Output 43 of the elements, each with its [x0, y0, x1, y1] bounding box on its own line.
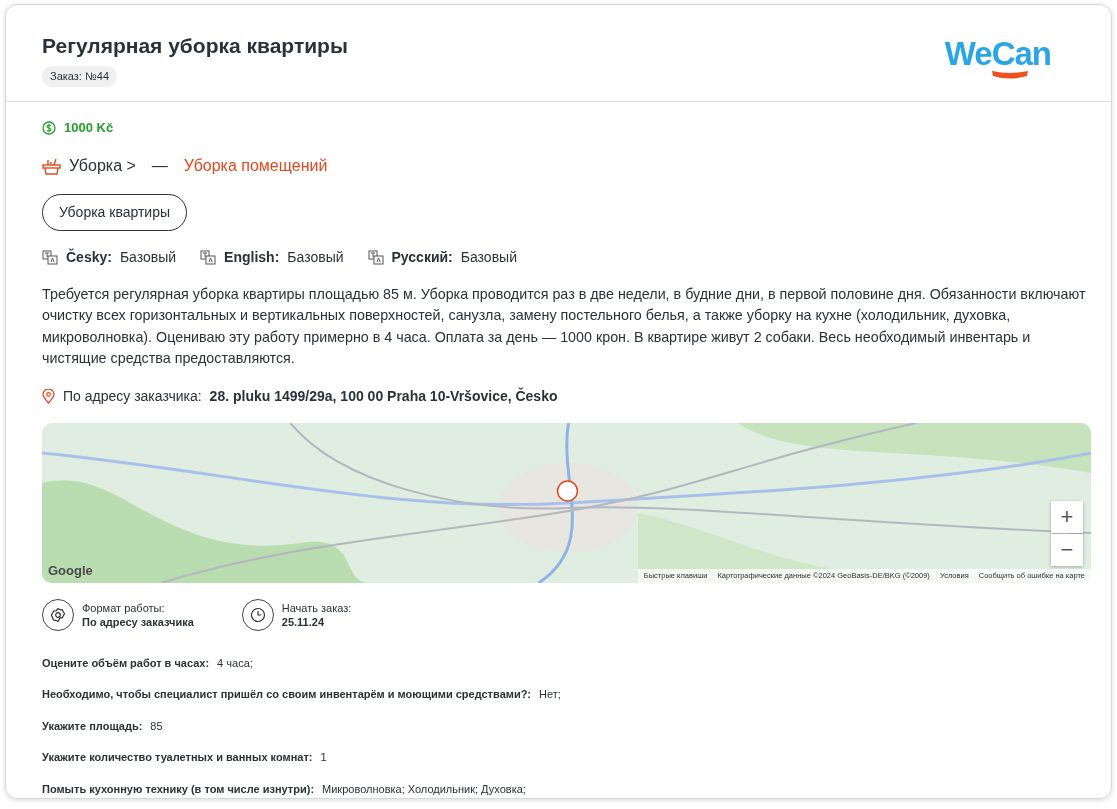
map-logo: Google — [48, 562, 93, 581]
answer-value: 1 — [320, 750, 327, 766]
order-number-badge: Заказ: №44 — [42, 66, 117, 87]
answer-value: Нет; — [539, 687, 561, 703]
clock-icon — [249, 606, 266, 623]
language-name: Česky: — [66, 247, 112, 267]
question-label: Укажите количество туалетных и ванных комнат: — [42, 750, 313, 766]
info-value: 25.11.24 — [281, 614, 325, 629]
logo: WeCan — [944, 37, 1051, 70]
separator-dash: — — [151, 155, 168, 176]
tag-button[interactable]: Уборка квартиры — [42, 193, 188, 231]
translate-icon — [200, 249, 217, 265]
answer-value: 4 часа; — [217, 655, 253, 671]
info-label: Формат работы: — [82, 600, 166, 615]
question-label: Оцените объём работ в часах: — [42, 655, 210, 671]
location-pin-icon — [42, 388, 55, 404]
address-value: 28. pluku 1499/29a, 100 00 Praha 10-Vršovice, Česko — [209, 386, 558, 406]
description-text: Требуется регулярная уборка квартиры площадью 85 м. Уборка проводится раз в две недели, в будние дни, в первой половине дня. Обязанности включают очистку всех горизонтальных и вертикальных поверхностей, санузла, замену постельного белья, а также уборку на кухне (холодильник, духовка, микроволновка). Оцениваю эту работу примерно в 4 часа. Оплата за день — 1000 крон. В квартире живут 2 собаки. Весь необходимый инвентарь и чистящие средства предоставляются. — [42, 284, 1087, 369]
language-name: English: — [224, 247, 280, 267]
category-link[interactable]: Уборка > — [69, 153, 136, 178]
answer-value: 85 — [150, 718, 163, 734]
smile-icon — [990, 70, 1029, 80]
zoom-in-button[interactable]: + — [1051, 500, 1083, 533]
answer-value: Микроволновка; Холодильник; Духовка; — [322, 781, 526, 797]
language-level: Базовый — [119, 247, 177, 267]
language-level: Базовый — [460, 247, 517, 267]
zoom-out-button[interactable]: − — [1051, 533, 1083, 566]
basket-icon — [42, 156, 61, 176]
language-level: Базовый — [287, 247, 344, 267]
subcategory-link[interactable]: Уборка помещений — [183, 153, 328, 178]
settings-icon — [50, 606, 66, 623]
question-label: Помыть кухонную технику (в том числе изнутри): — [42, 781, 315, 797]
question-label: Укажите площадь: — [42, 718, 143, 734]
question-label: Необходимо, чтобы специалист пришёл со своим инвентарём и моющими средствами?: — [42, 687, 532, 703]
language-name: Русский: — [391, 247, 453, 267]
translate-icon — [42, 249, 58, 265]
order-title: Регулярная уборка квартиры — [42, 33, 348, 59]
address-label: По адресу заказчика: — [63, 386, 202, 406]
info-label: Начать заказ: — [281, 600, 352, 615]
price: 1000 Kč — [64, 119, 114, 138]
info-value: По адресу заказчика — [82, 614, 194, 629]
translate-icon — [367, 249, 384, 265]
dollar-coin-icon — [42, 120, 56, 135]
